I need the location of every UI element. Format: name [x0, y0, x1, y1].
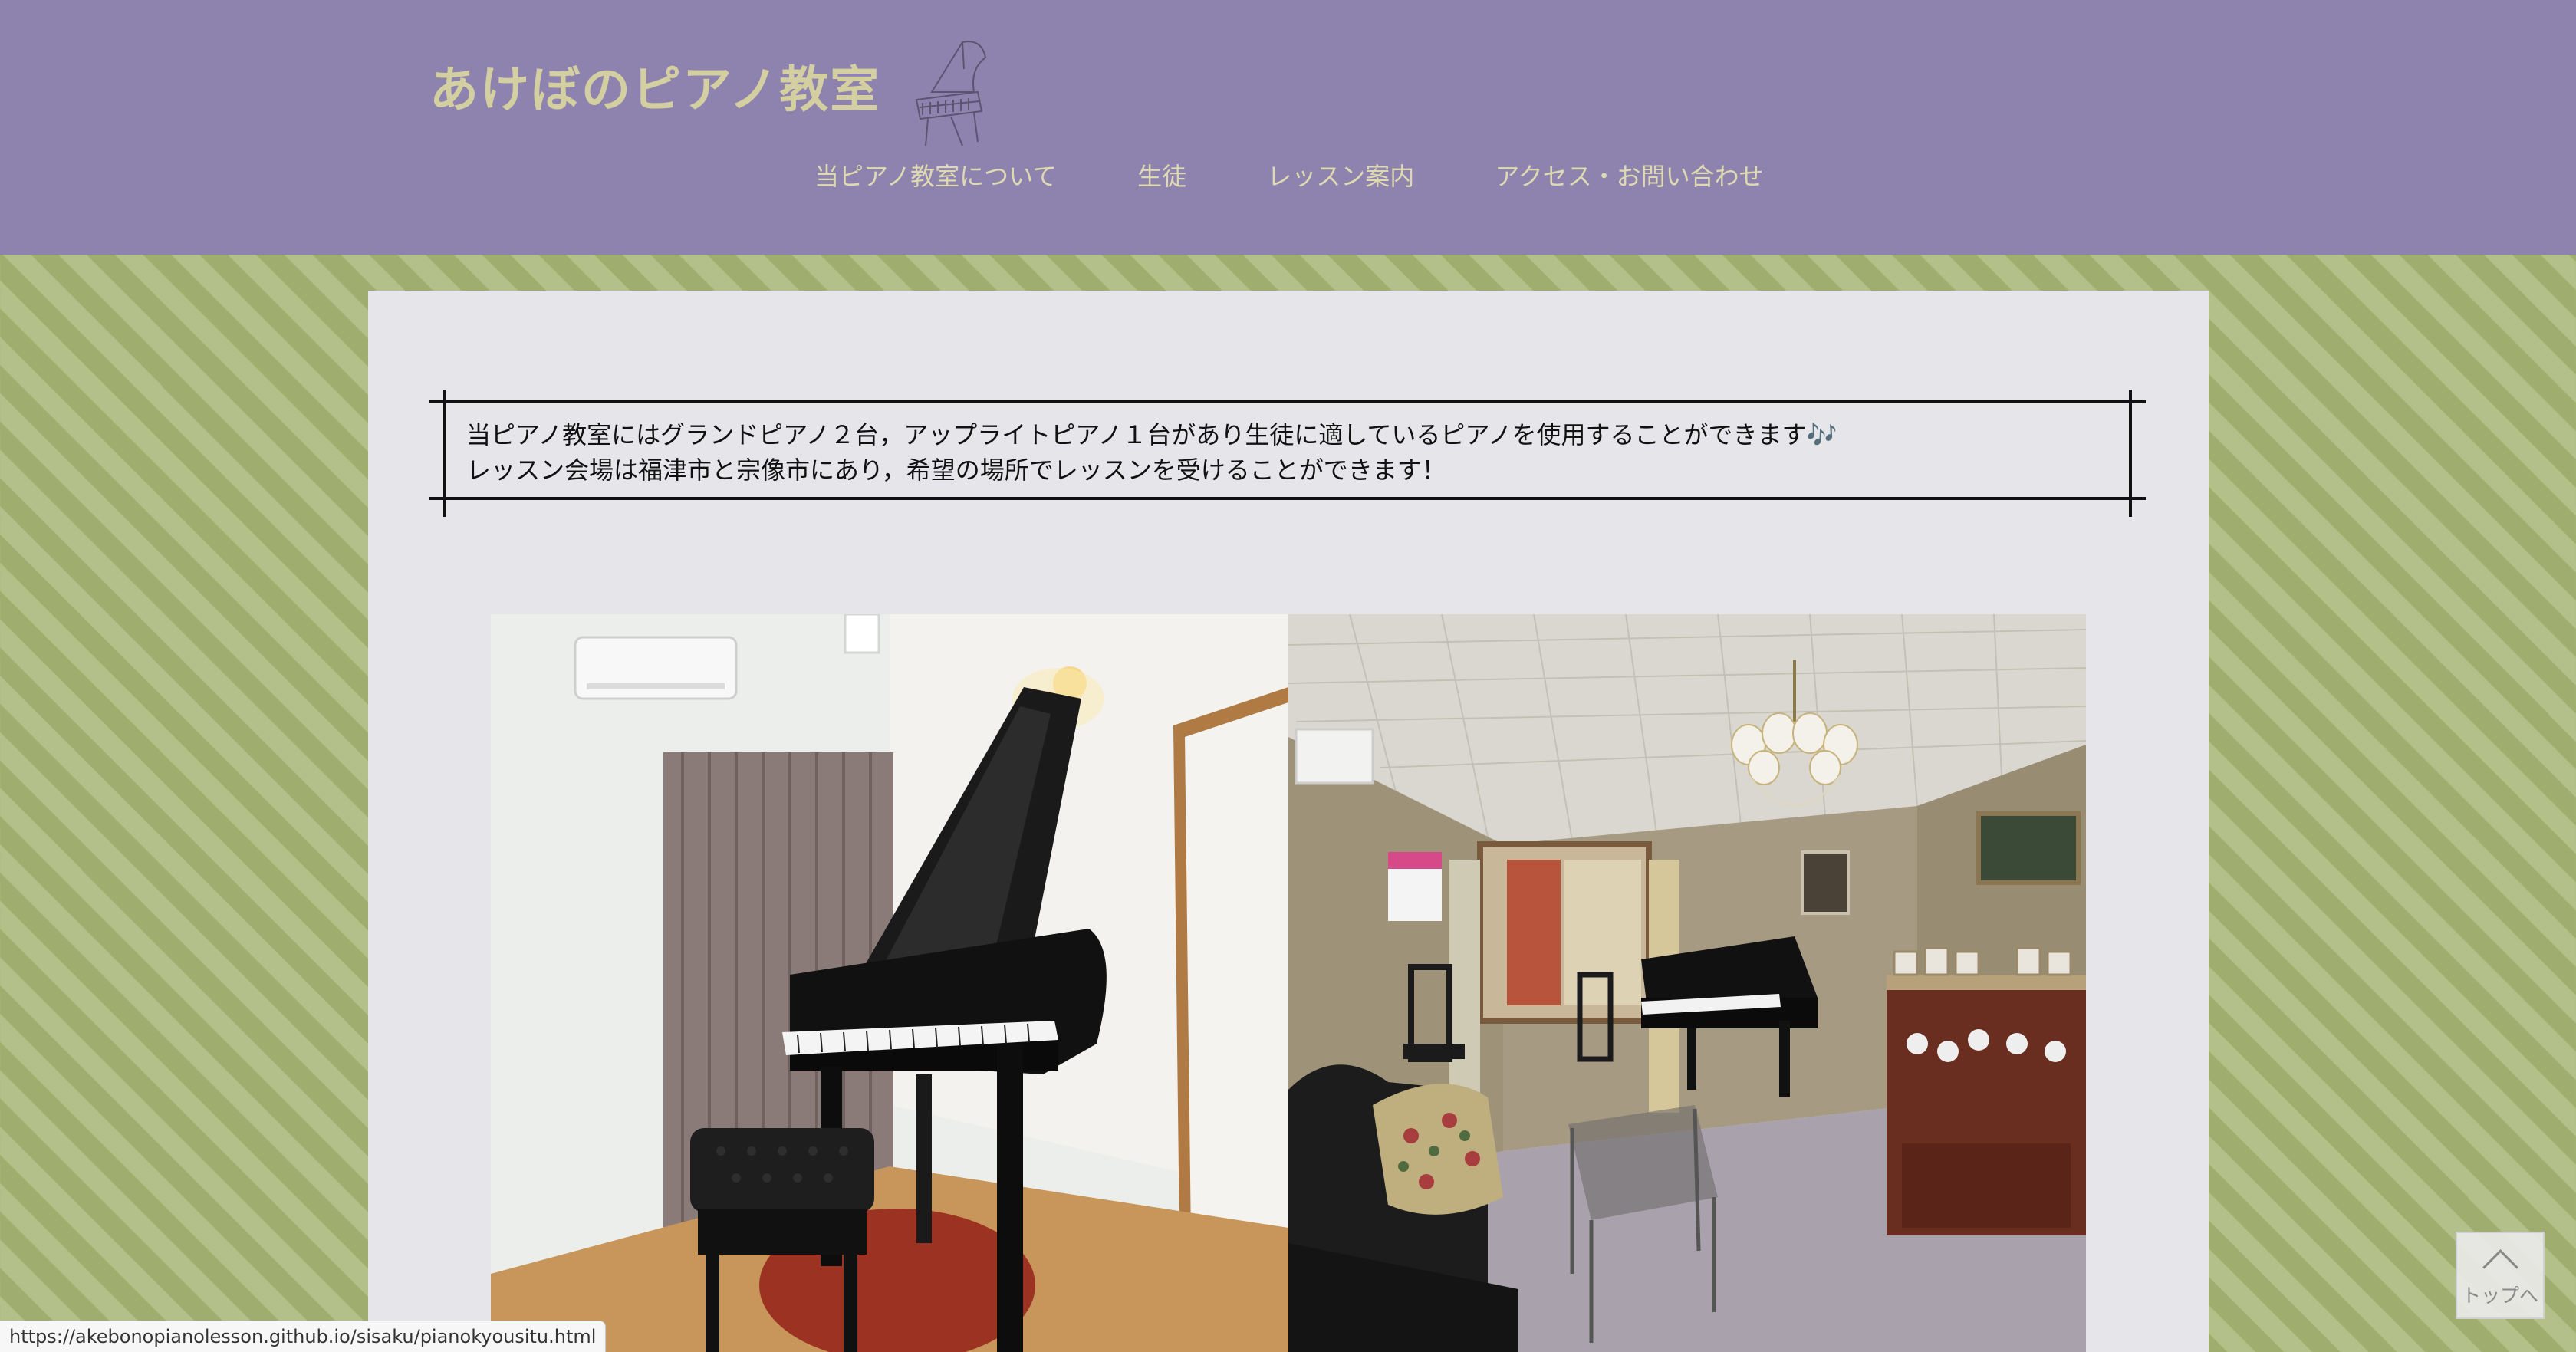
grand-piano-room-photo [491, 614, 1288, 1352]
content-card: 当ピアノ教室にはグランドピアノ２台，アップライトピアノ１台があり生徒に適している… [368, 291, 2209, 1352]
photo-gallery [491, 614, 2086, 1352]
main-nav: 当ピアノ教室について 生徒 レッスン案内 アクセス・お問い合わせ [814, 157, 1764, 192]
site-title[interactable]: あけぼのピアノ教室 [429, 51, 880, 121]
intro-line-venues: レッスン会場は福津市と宗像市にあり，希望の場所でレッスンを受けることができます！ [466, 456, 1446, 485]
status-bar-url: https://akebonopianolesson.github.io/sis… [0, 1321, 607, 1352]
nav-lesson-info[interactable]: レッスン案内 [1267, 157, 1414, 192]
nav-about[interactable]: 当ピアノ教室について [814, 157, 1057, 192]
living-room-piano-photo [1288, 614, 2086, 1352]
grand-piano-sketch-icon [915, 41, 987, 146]
site-header: あけぼのピアノ教室 当ピアノ教室について 生徒 レッスン案内 アクセス・お問い合… [0, 0, 2576, 255]
nav-access-contact[interactable]: アクセス・お問い合わせ [1495, 157, 1763, 192]
intro-text: 当ピアノ教室にはグランドピアノ２台，アップライトピアノ１台があり生徒に適している… [466, 417, 1837, 488]
back-to-top-label: トップへ [2461, 1285, 2538, 1307]
nav-students[interactable]: 生徒 [1137, 157, 1186, 192]
intro-box: 当ピアノ教室にはグランドピアノ２台，アップライトピアノ１台があり生徒に適している… [429, 390, 2146, 517]
intro-line-pianos: 当ピアノ教室にはグランドピアノ２台，アップライトピアノ１台があり生徒に適している… [466, 420, 1837, 449]
back-to-top-button[interactable]: トップへ [2456, 1232, 2545, 1319]
chevron-up-icon [2482, 1249, 2518, 1285]
